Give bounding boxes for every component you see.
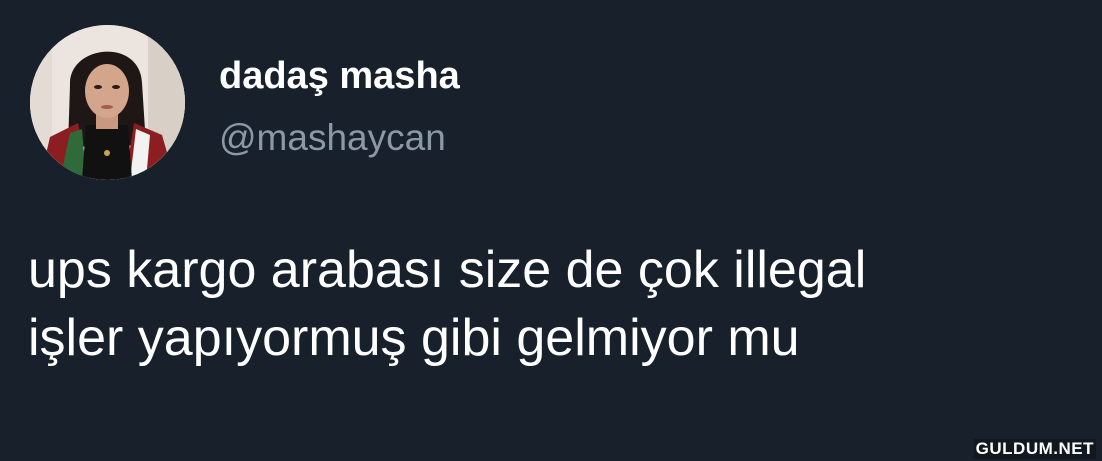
avatar[interactable]: [30, 25, 185, 180]
tweet-text: ups kargo arabası size de çok illegal iş…: [28, 236, 1088, 372]
author-display-name[interactable]: dadaş masha: [219, 55, 460, 98]
tweet-text-line: ups kargo arabası size de çok illegal: [28, 241, 867, 299]
watermark-label: GULDUM.NET: [973, 439, 1096, 459]
tweet-card: dadaş masha @mashaycan ups kargo arabası…: [0, 0, 1102, 461]
tweet-text-line: işler yapıyormuş gibi gelmiyor mu: [28, 309, 800, 367]
avatar-image: [30, 25, 185, 180]
author-handle[interactable]: @mashaycan: [219, 117, 446, 159]
